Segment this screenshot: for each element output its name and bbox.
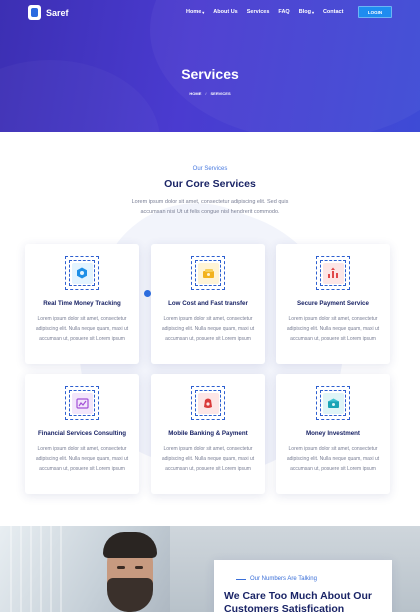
breadcrumb-home[interactable]: HOME	[189, 91, 201, 96]
page-title: Services	[181, 66, 239, 82]
chevron-down-icon: ▾	[311, 9, 314, 15]
nav-label: Home	[186, 9, 202, 15]
breadcrumb-separator: /	[205, 91, 207, 96]
icon-frame	[191, 386, 225, 420]
hero-banner: Saref Home ▾ About Us Services FAQ Blog …	[0, 0, 420, 132]
main-nav: Home ▾ About Us Services FAQ Blog ▾ Cont…	[186, 9, 343, 15]
icon-frame	[65, 386, 99, 420]
nav-label: About Us	[213, 9, 238, 15]
eye	[117, 566, 125, 569]
section-subtitle: Our Services	[192, 166, 228, 172]
tracking-icon	[71, 262, 93, 284]
mobile-banking-icon	[197, 392, 219, 414]
section-title: Our Core Services	[164, 178, 256, 190]
icon-frame	[191, 256, 225, 290]
icon-frame-inner	[320, 390, 346, 416]
consulting-icon	[71, 392, 93, 414]
icon-frame-inner	[69, 260, 95, 286]
beard	[107, 578, 153, 612]
icon-frame-inner	[195, 390, 221, 416]
card-text: Lorem ipsum dolor sit amet, consectetur …	[35, 446, 129, 472]
service-card[interactable]: Financial Services Consulting Lorem ipsu…	[25, 374, 139, 494]
icon-frame	[65, 256, 99, 290]
secure-payment-icon	[322, 262, 344, 284]
nav-label: FAQ	[278, 9, 290, 15]
hair	[103, 532, 157, 558]
card-text: Lorem ipsum dolor sit amet, consectetur …	[35, 316, 129, 342]
card-text: Lorem ipsum dolor sit amet, consectetur …	[286, 446, 380, 472]
card-text: Lorem ipsum dolor sit amet, consectetur …	[161, 446, 255, 472]
money-transfer-icon	[197, 262, 219, 284]
divider	[236, 578, 246, 580]
card-title: Mobile Banking & Payment	[168, 430, 248, 437]
nav-item-about[interactable]: About Us	[213, 9, 237, 15]
card-title: Real Time Money Tracking	[43, 300, 121, 307]
nav-label: Services	[246, 9, 270, 15]
service-card[interactable]: Real Time Money Tracking Lorem ipsum dol…	[25, 244, 139, 364]
card-title: Money Investment	[306, 430, 360, 437]
service-card[interactable]: Money Investment Lorem ipsum dolor sit a…	[276, 374, 390, 494]
nav-item-home[interactable]: Home ▾	[186, 9, 204, 15]
card-text: Lorem ipsum dolor sit amet, consectetur …	[286, 316, 380, 342]
numbers-title: We Care Too Much About Our Customers Sat…	[224, 590, 372, 612]
nav-label: Contact	[322, 9, 344, 15]
nav-item-faq[interactable]: FAQ	[278, 9, 289, 15]
icon-frame	[316, 386, 350, 420]
icon-frame-inner	[69, 390, 95, 416]
logo-text: Saref	[46, 7, 69, 18]
numbers-subtitle: Our Numbers Are Talking	[236, 576, 317, 582]
nav-label: Blog	[298, 9, 311, 15]
card-text: Lorem ipsum dolor sit amet, consectetur …	[161, 316, 255, 342]
investment-icon	[322, 392, 344, 414]
service-card[interactable]: Secure Payment Service Lorem ipsum dolor…	[276, 244, 390, 364]
nav-item-services[interactable]: Services	[247, 9, 270, 15]
logo[interactable]: Saref	[28, 5, 69, 20]
decorative-dot	[144, 290, 151, 297]
service-card[interactable]: Mobile Banking & Payment Lorem ipsum dol…	[151, 374, 265, 494]
logo-icon	[28, 5, 41, 20]
numbers-subtitle-text: Our Numbers Are Talking	[250, 576, 317, 582]
card-title: Secure Payment Service	[297, 300, 369, 307]
icon-frame-inner	[195, 260, 221, 286]
breadcrumb: HOME / SERVICES	[0, 91, 420, 96]
chevron-down-icon: ▾	[202, 9, 205, 15]
icon-frame	[316, 256, 350, 290]
numbers-card: Our Numbers Are Talking We Care Too Much…	[214, 560, 392, 612]
person-photo	[95, 532, 165, 612]
eye	[135, 566, 143, 569]
service-card[interactable]: Low Cost and Fast transfer Lorem ipsum d…	[151, 244, 265, 364]
section-description: Lorem ipsum dolor sit amet, consectetur …	[131, 199, 289, 215]
nav-item-contact[interactable]: Contact	[323, 9, 343, 15]
card-title: Low Cost and Fast transfer	[168, 300, 248, 307]
login-button[interactable]: LOGIN	[358, 6, 392, 18]
icon-frame-inner	[320, 260, 346, 286]
breadcrumb-current: SERVICES	[210, 91, 231, 96]
nav-item-blog[interactable]: Blog ▾	[299, 9, 314, 15]
card-title: Financial Services Consulting	[37, 430, 127, 437]
